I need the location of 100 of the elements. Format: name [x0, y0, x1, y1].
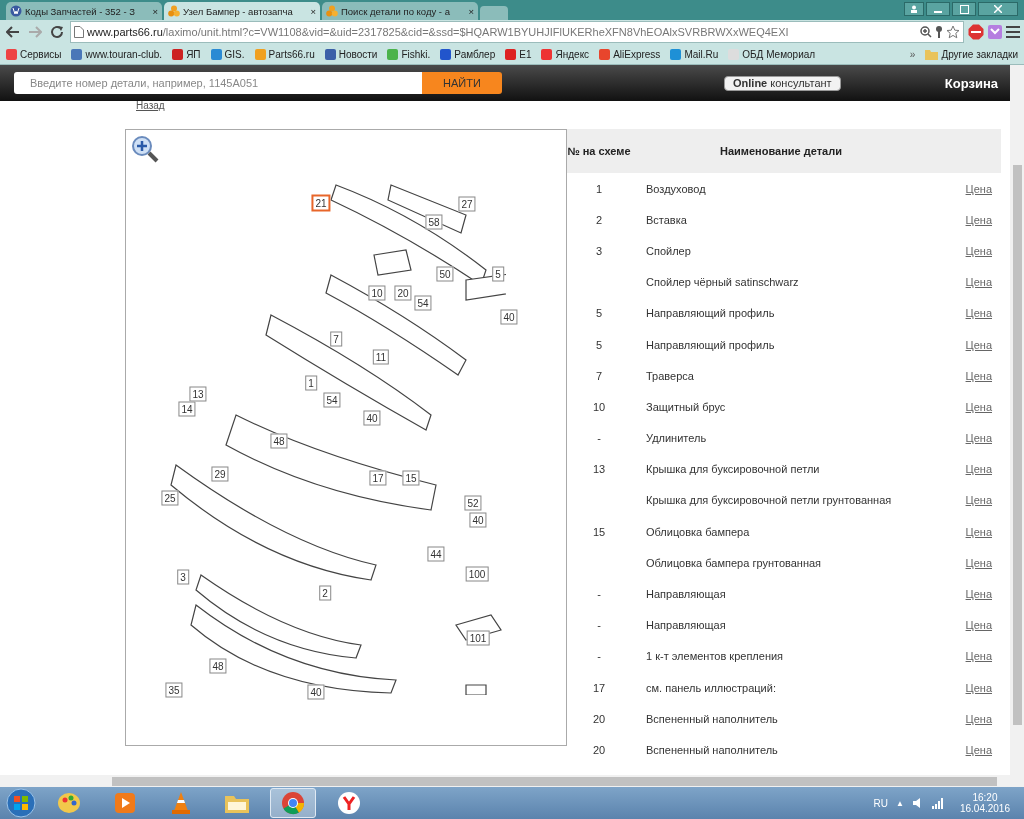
browser-tab[interactable]: Поиск детали по коду - а × — [322, 2, 478, 20]
three-circles-icon — [326, 5, 338, 17]
part-number-label[interactable]: 44 — [427, 546, 445, 562]
star-icon[interactable] — [946, 25, 960, 39]
bookmark-link[interactable]: Рамблер — [440, 48, 496, 60]
table-cell-text: 15 — [591, 525, 607, 538]
part-number-label[interactable]: 20 — [394, 285, 412, 301]
price-link[interactable]: Цена — [965, 307, 992, 320]
part-number-label[interactable]: 27 — [458, 196, 476, 212]
find-button[interactable]: НАЙТИ — [422, 72, 502, 94]
part-number-label[interactable]: 15 — [402, 470, 420, 486]
back-link[interactable]: Назад — [136, 101, 165, 115]
price-link[interactable]: Цена — [965, 182, 992, 195]
bookmark-link[interactable]: Parts66.ru — [254, 48, 315, 60]
stop-sign-icon[interactable] — [968, 24, 984, 40]
bookmark-link[interactable]: ЯП — [172, 48, 201, 60]
part-number-label[interactable]: 35 — [165, 682, 183, 698]
part-number-label[interactable]: 3 — [177, 569, 189, 585]
price-link[interactable]: Цена — [965, 338, 992, 351]
reload-button[interactable] — [48, 23, 66, 41]
price-link[interactable]: Цена — [965, 276, 992, 289]
part-number-label[interactable]: 54 — [323, 392, 341, 408]
user-button[interactable] — [904, 2, 924, 16]
part-number-label[interactable]: 17 — [369, 470, 387, 486]
part-number-label[interactable]: 54 — [414, 295, 432, 311]
part-number-label[interactable]: 50 — [436, 266, 454, 282]
price-link[interactable]: Цена — [965, 400, 992, 413]
bookmark-link[interactable]: GIS. — [210, 48, 245, 60]
bookmark-icon — [210, 48, 222, 60]
part-number-label[interactable]: 48 — [209, 658, 227, 674]
online-consultant-button[interactable]: Online консультант — [724, 75, 841, 91]
close-icon[interactable]: × — [468, 5, 474, 17]
minimize-button[interactable] — [926, 2, 950, 16]
price-link[interactable]: Цена — [965, 712, 992, 725]
price-link[interactable]: Цена — [965, 619, 992, 632]
price-link[interactable]: Цена — [965, 556, 992, 569]
bookmark-link[interactable]: www.touran-club. — [71, 48, 163, 60]
price-link[interactable]: Цена — [965, 525, 992, 538]
zoom-icon[interactable] — [920, 26, 932, 38]
price-link[interactable]: Цена — [965, 244, 992, 257]
more-bookmarks-button[interactable]: » — [909, 48, 916, 60]
price-link[interactable]: Цена — [965, 213, 992, 226]
part-number-label[interactable]: 40 — [363, 410, 381, 426]
price-link[interactable]: Цена — [965, 650, 992, 663]
price-link[interactable]: Цена — [965, 494, 992, 507]
part-number-label[interactable]: 14 — [178, 401, 196, 417]
start-button[interactable] — [6, 788, 36, 818]
bookmark-link[interactable]: Яндекс — [541, 48, 590, 60]
zoom-in-icon[interactable] — [131, 135, 159, 163]
part-number-label[interactable]: 7 — [330, 331, 342, 347]
part-number-label[interactable]: 48 — [270, 433, 288, 449]
signal-bars-icon[interactable] — [931, 797, 944, 809]
close-button[interactable] — [978, 2, 1018, 16]
bookmark-link[interactable]: Сервисы — [6, 48, 62, 60]
bookmark-link[interactable]: Fishki. — [387, 48, 431, 60]
part-number-label[interactable]: 5 — [492, 266, 504, 282]
part-number-label[interactable]: 29 — [211, 466, 229, 482]
part-number-label[interactable]: 13 — [189, 386, 207, 402]
bookmark-link[interactable]: Новости — [324, 48, 378, 60]
bookmark-link[interactable]: Mail.Ru — [670, 48, 719, 60]
column-header: Наименование детали — [719, 145, 843, 157]
part-number-label[interactable]: 2 — [319, 585, 331, 601]
part-number-label[interactable]: 25 — [161, 490, 179, 506]
table-cell-text: - — [596, 432, 602, 445]
bookmark-link[interactable]: ОБД Мемориал — [728, 48, 816, 60]
part-number-label[interactable]: 100 — [465, 566, 489, 582]
cart-link[interactable]: Корзина — [944, 75, 1000, 91]
address-bar[interactable]: www.parts66.ru/laximo/unit.html?c=VW1108&vid=&uid=2317825&cid=&ssd=$HQARW1BYUHJIFlUKERheXFN8VhEOAlxSVRBRWXxWEQ4EXI — [70, 21, 964, 43]
vertical-scrollbar[interactable] — [1010, 65, 1024, 787]
part-number-label[interactable]: 101 — [466, 630, 490, 646]
maximize-button[interactable] — [952, 2, 976, 16]
price-link[interactable]: Цена — [965, 463, 992, 476]
bookmark-link[interactable]: E1 — [505, 48, 532, 60]
part-number-label[interactable]: 40 — [307, 684, 325, 700]
part-number-label[interactable]: 1 — [305, 375, 317, 391]
price-link[interactable]: Цена — [965, 588, 992, 601]
price-link[interactable]: Цена — [965, 432, 992, 445]
part-number-label[interactable]: 40 — [500, 309, 518, 325]
table-cell-text: Направляющий профиль — [645, 307, 776, 320]
price-link[interactable]: Цена — [965, 681, 992, 694]
part-number-label[interactable]: 40 — [469, 512, 487, 528]
part-number-label[interactable]: 10 — [368, 285, 386, 301]
key-icon[interactable] — [935, 26, 943, 38]
table-cell-text: 5 — [594, 338, 604, 351]
part-number-search-field[interactable]: Введите номер детали, например, 1145A051 — [14, 72, 422, 94]
taskbar-app-button[interactable] — [270, 788, 316, 818]
other-bookmarks-folder[interactable]: Другие закладки — [925, 48, 1018, 60]
browser-tab[interactable]: Узел Бампер - автозапча × — [164, 2, 320, 20]
bookmark-link[interactable]: AliExpress — [599, 48, 661, 60]
menu-icon[interactable] — [1006, 26, 1020, 38]
part-number-label[interactable]: 11 — [372, 349, 390, 365]
browser-tab[interactable]: Коды Запчастей - 352 - З × — [6, 2, 162, 20]
close-icon[interactable]: × — [310, 5, 316, 17]
part-number-label[interactable]: 52 — [464, 495, 482, 511]
price-link[interactable]: Цена — [965, 369, 992, 382]
price-link[interactable]: Цена — [965, 743, 992, 756]
horizontal-scrollbar[interactable] — [0, 775, 1010, 787]
part-number-label[interactable]: 21 — [311, 194, 331, 212]
part-number-label[interactable]: 58 — [425, 214, 443, 230]
close-icon[interactable]: × — [152, 5, 158, 17]
